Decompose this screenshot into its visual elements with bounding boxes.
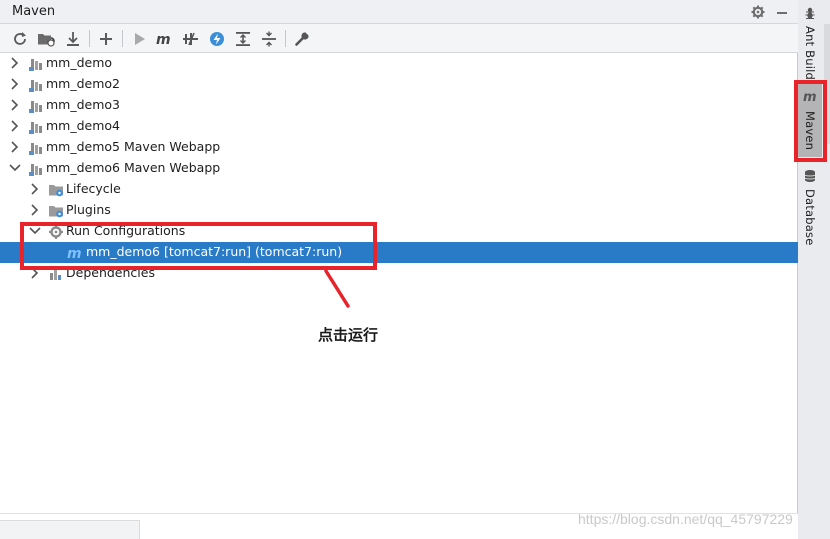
tree-row-selected[interactable]: m mm_demo6 [tomcat7:run] (tomcat7:run) [0, 242, 798, 263]
settings-wrench-icon[interactable] [292, 29, 312, 49]
bottom-tab [0, 520, 140, 539]
download-icon[interactable] [63, 29, 83, 49]
tree-row-label: mm_demo5 Maven Webapp [46, 139, 221, 154]
title-bar: Maven [0, 0, 798, 24]
tree-row[interactable]: mm_demo5 Maven Webapp [0, 137, 798, 158]
toolbar-separator [122, 30, 123, 47]
maven-project-icon [28, 161, 44, 177]
sidebar-tab-label: Maven [803, 111, 817, 151]
tree-row-label: Lifecycle [66, 181, 121, 196]
annotation-text: 点击运行 [318, 326, 379, 344]
skip-tests-icon[interactable] [181, 29, 201, 49]
chevron-right-icon[interactable] [28, 182, 42, 196]
chevron-down-icon[interactable] [28, 224, 42, 238]
tree-row[interactable]: mm_demo [0, 53, 798, 74]
chevron-right-icon[interactable] [8, 77, 22, 91]
maven-project-icon [28, 56, 44, 72]
chevron-right-icon[interactable] [28, 266, 42, 280]
tree-row-label: mm_demo6 Maven Webapp [46, 160, 221, 175]
run-config-gear-icon [48, 224, 64, 240]
toolbar-separator [89, 30, 90, 47]
chevron-right-icon[interactable] [8, 140, 22, 154]
expand-all-icon[interactable] [233, 29, 253, 49]
tree-row-label: mm_demo3 [46, 97, 121, 112]
tree-row[interactable]: mm_demo6 Maven Webapp [0, 158, 798, 179]
maven-project-icon [28, 77, 44, 93]
maven-m-icon: m [802, 90, 818, 105]
tree-row[interactable]: Run Configurations [0, 221, 798, 242]
sidebar-scrollbar[interactable] [824, 24, 830, 144]
tree-row-label: mm_demo [46, 55, 113, 70]
maven-tool-window: Maven m mm_demo mm_demo2 mm_demo3 mm_dem… [0, 0, 798, 539]
reimport-icon[interactable] [10, 29, 30, 49]
tree-row[interactable]: mm_demo2 [0, 74, 798, 95]
tree-row-label: Plugins [66, 202, 111, 217]
generate-sources-icon[interactable] [36, 29, 56, 49]
chevron-right-icon[interactable] [8, 98, 22, 112]
tree-row[interactable]: mm_demo4 [0, 116, 798, 137]
dependencies-icon [48, 266, 64, 282]
sidebar-tab-database[interactable]: Database [798, 166, 822, 245]
sidebar-tab-ant-build[interactable]: Ant Build [798, 3, 822, 80]
tree-row-label: mm_demo2 [46, 76, 121, 91]
tree-row-label: Dependencies [66, 265, 155, 280]
collapse-all-icon[interactable] [259, 29, 279, 49]
chevron-down-icon[interactable] [8, 161, 22, 175]
panel-title: Maven [12, 4, 56, 19]
watermark-text: https://blog.csdn.net/qq_45797229 [578, 511, 793, 527]
maven-project-icon [28, 98, 44, 114]
maven-projects-tree: mm_demo mm_demo2 mm_demo3 mm_demo4 mm_demo5 … [0, 53, 798, 513]
maven-goal-icon: m [67, 245, 83, 262]
maven-project-icon [28, 140, 44, 156]
chevron-right-icon[interactable] [8, 56, 22, 70]
annotation-arrow [324, 269, 350, 308]
add-icon[interactable] [96, 29, 116, 49]
toolbar-separator [285, 30, 286, 47]
chevron-right-icon[interactable] [8, 119, 22, 133]
svg-text:m: m [156, 32, 171, 46]
offline-mode-icon[interactable] [207, 29, 227, 49]
plugins-folder-icon [48, 203, 64, 219]
execute-goal-icon[interactable]: m [155, 29, 175, 49]
maven-project-icon [28, 119, 44, 135]
tree-row[interactable]: Dependencies [0, 263, 798, 284]
tree-row-label: mm_demo4 [46, 118, 121, 133]
chevron-right-icon[interactable] [28, 203, 42, 217]
tree-row-label: mm_demo6 [tomcat7:run] (tomcat7:run) [86, 244, 343, 259]
minimize-icon[interactable] [773, 3, 791, 21]
tree-row[interactable]: Lifecycle [0, 179, 798, 200]
tree-row[interactable]: mm_demo3 [0, 95, 798, 116]
run-icon[interactable] [129, 29, 149, 49]
ant-icon [803, 6, 817, 23]
sidebar-tab-label: Database [803, 189, 817, 246]
lifecycle-folder-icon [48, 182, 64, 198]
tree-row[interactable]: Plugins [0, 200, 798, 221]
sidebar-tab-label: Ant Build [803, 26, 817, 80]
gear-icon[interactable] [749, 3, 767, 21]
svg-text:m: m [803, 90, 817, 102]
database-icon [804, 169, 816, 186]
svg-text:m: m [67, 246, 82, 261]
tree-row-label: Run Configurations [66, 223, 186, 238]
sidebar-tab-maven[interactable]: m Maven [798, 84, 822, 157]
maven-toolbar: m [0, 24, 798, 53]
